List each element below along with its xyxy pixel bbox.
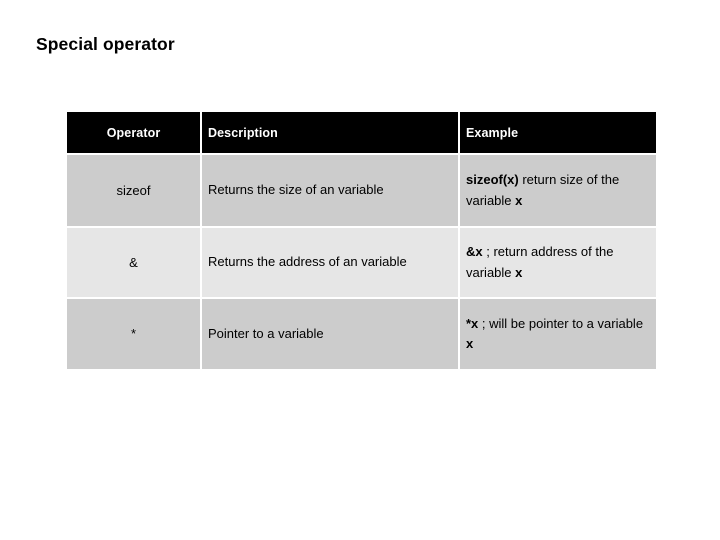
table-header-row: Operator Description Example xyxy=(67,112,656,153)
example-text-token: ; will be pointer to a variable xyxy=(478,315,644,331)
cell-example: sizeof(x) return size of the variable x xyxy=(460,155,656,226)
table-body: sizeof Returns the size of an variable s… xyxy=(67,155,656,369)
table-row: * Pointer to a variable *x ; will be poi… xyxy=(67,299,656,369)
cell-description: Pointer to a variable xyxy=(202,299,458,369)
column-header-example: Example xyxy=(460,112,656,153)
cell-operator: sizeof xyxy=(67,155,200,226)
example-code-token: x xyxy=(466,336,474,351)
special-operator-table: Operator Description Example sizeof Retu… xyxy=(65,110,658,371)
example-code-token: x xyxy=(515,192,523,208)
cell-description: Returns the address of an variable xyxy=(202,228,458,297)
page-title: Special operator xyxy=(36,34,175,54)
column-header-description: Description xyxy=(202,112,458,153)
example-code-token: sizeof(x) xyxy=(466,172,519,188)
table-row: & Returns the address of an variable &x … xyxy=(67,228,656,297)
table-row: sizeof Returns the size of an variable s… xyxy=(67,155,656,226)
cell-operator: * xyxy=(67,299,200,369)
example-code-token: x xyxy=(515,264,523,280)
cell-description: Returns the size of an variable xyxy=(202,155,458,226)
example-code-token: &x xyxy=(466,244,483,260)
example-text-token: ; return address of the variable xyxy=(466,244,614,280)
cell-example: &x ; return address of the variable x xyxy=(460,228,656,297)
cell-operator: & xyxy=(67,228,200,297)
table-header: Operator Description Example xyxy=(67,112,656,153)
column-header-operator: Operator xyxy=(67,112,200,153)
cell-example: *x ; will be pointer to a variable x xyxy=(460,299,656,369)
example-code-token: *x xyxy=(466,315,479,331)
